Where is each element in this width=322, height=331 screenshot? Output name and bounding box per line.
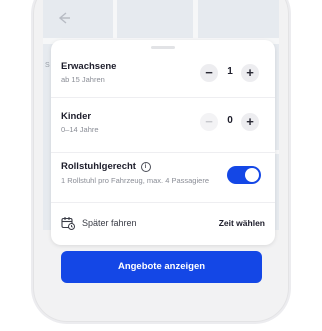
adults-title: Erwachsene (61, 61, 117, 72)
adults-subtitle: ab 15 Jahren (61, 75, 105, 84)
children-increment-button[interactable]: + (241, 113, 259, 131)
adults-increment-button[interactable]: + (241, 64, 259, 82)
wheelchair-title-text: Rollstuhlgerecht (61, 161, 136, 172)
map-label: S (45, 62, 50, 69)
children-title: Kinder (61, 111, 92, 122)
wheelchair-title: Rollstuhlgerecht i (61, 161, 151, 172)
wheelchair-toggle[interactable] (227, 166, 261, 184)
children-subtitle: 0–14 Jahre (61, 125, 99, 134)
later-label: Später fahren (82, 218, 137, 228)
sheet-drag-handle[interactable] (151, 46, 175, 49)
children-row: Kinder 0–14 Jahre − 0 + (51, 97, 275, 146)
children-count: 0 (227, 115, 233, 126)
toggle-knob (245, 168, 259, 182)
children-decrement-button[interactable]: − (200, 113, 218, 131)
show-offers-button[interactable]: Angebote anzeigen (61, 251, 262, 283)
calendar-clock-icon (61, 217, 75, 230)
adults-count: 1 (227, 66, 233, 77)
back-arrow-icon[interactable] (54, 10, 74, 30)
info-icon[interactable]: i (140, 162, 151, 172)
adults-decrement-button[interactable]: − (200, 64, 218, 82)
wheelchair-subtitle: 1 Rollstuhl pro Fahrzeug, max. 4 Passagi… (61, 176, 209, 185)
options-sheet: Erwachsene ab 15 Jahren − 1 + Kinder 0–1… (51, 40, 275, 245)
adults-row: Erwachsene ab 15 Jahren − 1 + (51, 53, 275, 97)
schedule-row[interactable]: Später fahren Zeit wählen (51, 202, 275, 243)
choose-time-link[interactable]: Zeit wählen (219, 218, 265, 228)
wheelchair-row: Rollstuhlgerecht i 1 Rollstuhl pro Fahrz… (51, 152, 275, 199)
